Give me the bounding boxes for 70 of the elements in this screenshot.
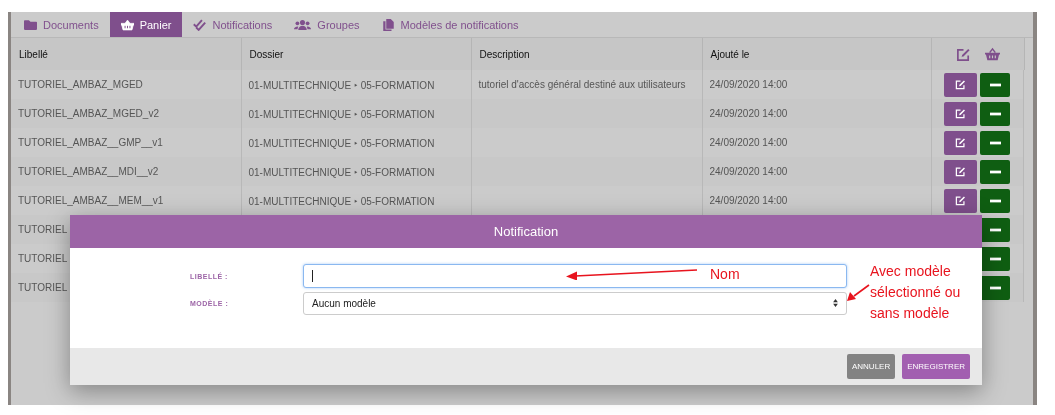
remove-button[interactable] xyxy=(980,159,1011,184)
table-cell: TUTORIEL_AMBAZ_MGED_v2 xyxy=(18,108,159,119)
edit-icon xyxy=(955,195,967,206)
table-cell: TUTORIEL_AMBAZ__GMP__v1 xyxy=(18,137,163,148)
select-field[interactable]: Aucun modèle xyxy=(303,291,847,315)
column-header: Dossier xyxy=(249,48,284,60)
tab[interactable]: Panier xyxy=(109,12,183,37)
edit-button[interactable] xyxy=(944,130,978,155)
table-cell: 01-MULTITECHNIQUE ‣ 05-FORMATION xyxy=(248,79,435,91)
minus-icon xyxy=(989,256,1001,261)
tab[interactable]: Modèles de notifications xyxy=(370,12,530,37)
table-cell: TUTORIEL_AMBAZ_MGED xyxy=(18,79,143,90)
annotation-note: Nom xyxy=(710,265,740,284)
column-header: Libellé xyxy=(19,48,48,60)
remove-button[interactable] xyxy=(980,130,1011,155)
table-cell: 01-MULTITECHNIQUE ‣ 05-FORMATION xyxy=(248,166,435,178)
tab[interactable]: Groupes xyxy=(283,12,371,37)
copy-icon xyxy=(381,18,395,31)
table-cell: 01-MULTITECHNIQUE ‣ 05-FORMATION xyxy=(248,195,435,207)
remove-button[interactable] xyxy=(980,275,1011,300)
edit-icon xyxy=(955,166,967,177)
tab[interactable]: Documents xyxy=(13,12,110,37)
edit-button[interactable] xyxy=(944,101,978,126)
folder-icon xyxy=(24,18,37,31)
users-icon xyxy=(294,18,312,31)
edit-button[interactable] xyxy=(944,188,978,213)
table-cell: TUTORIEL xyxy=(18,224,68,235)
table-cell: 24/09/2020 14:00 xyxy=(709,108,788,119)
minus-icon xyxy=(989,140,1001,145)
annotation-arrow xyxy=(846,284,870,302)
remove-button[interactable] xyxy=(980,246,1011,271)
edit-icon xyxy=(955,79,967,90)
edit-icon xyxy=(955,108,967,119)
edit-button[interactable] xyxy=(944,72,978,97)
table-cell: TUTORIEL xyxy=(18,282,68,293)
basket-icon xyxy=(120,18,134,31)
double-check-icon xyxy=(193,18,207,31)
edit-button[interactable] xyxy=(944,159,978,184)
table-cell: 01-MULTITECHNIQUE ‣ 05-FORMATION xyxy=(248,137,435,149)
table-cell: TUTORIEL xyxy=(18,253,68,264)
minus-icon xyxy=(989,82,1001,87)
remove-button[interactable] xyxy=(980,188,1011,213)
cancel-button[interactable]: ANNULER xyxy=(846,354,896,379)
dialog-title: Notification xyxy=(493,224,559,239)
table-cell: 24/09/2020 14:00 xyxy=(709,137,788,148)
minus-icon xyxy=(989,285,1001,290)
table-cell: 24/09/2020 14:00 xyxy=(709,195,788,206)
table-cell: 24/09/2020 14:00 xyxy=(709,79,788,90)
minus-icon xyxy=(989,198,1001,203)
remove-button[interactable] xyxy=(980,217,1011,242)
column-header: Description xyxy=(479,48,530,60)
remove-button[interactable] xyxy=(980,101,1011,126)
basket-icon xyxy=(984,46,1000,62)
updown-icon xyxy=(833,299,838,307)
table-cell: 24/09/2020 14:00 xyxy=(709,166,788,177)
tab[interactable]: Notifications xyxy=(182,12,284,37)
table-cell: TUTORIEL_AMBAZ__MEM__v1 xyxy=(18,195,164,206)
table-cell: 01-MULTITECHNIQUE ‣ 05-FORMATION xyxy=(248,108,435,120)
table-cell: tutoriel d'accès général destiné aux utilisateurs xyxy=(478,79,686,90)
input-field[interactable] xyxy=(303,264,847,288)
edit-icon xyxy=(955,137,967,148)
minus-icon xyxy=(989,111,1001,116)
edit-icon xyxy=(955,46,971,62)
minus-icon xyxy=(989,169,1001,174)
minus-icon xyxy=(989,227,1001,232)
annotation-note: Avec modèle sélectionné ou sans modèle xyxy=(870,262,962,323)
column-header: Ajouté le xyxy=(710,48,750,60)
save-button[interactable]: ENREGISTRER xyxy=(902,354,970,379)
remove-button[interactable] xyxy=(980,72,1011,97)
table-cell: TUTORIEL_AMBAZ__MDI__v2 xyxy=(18,166,159,177)
